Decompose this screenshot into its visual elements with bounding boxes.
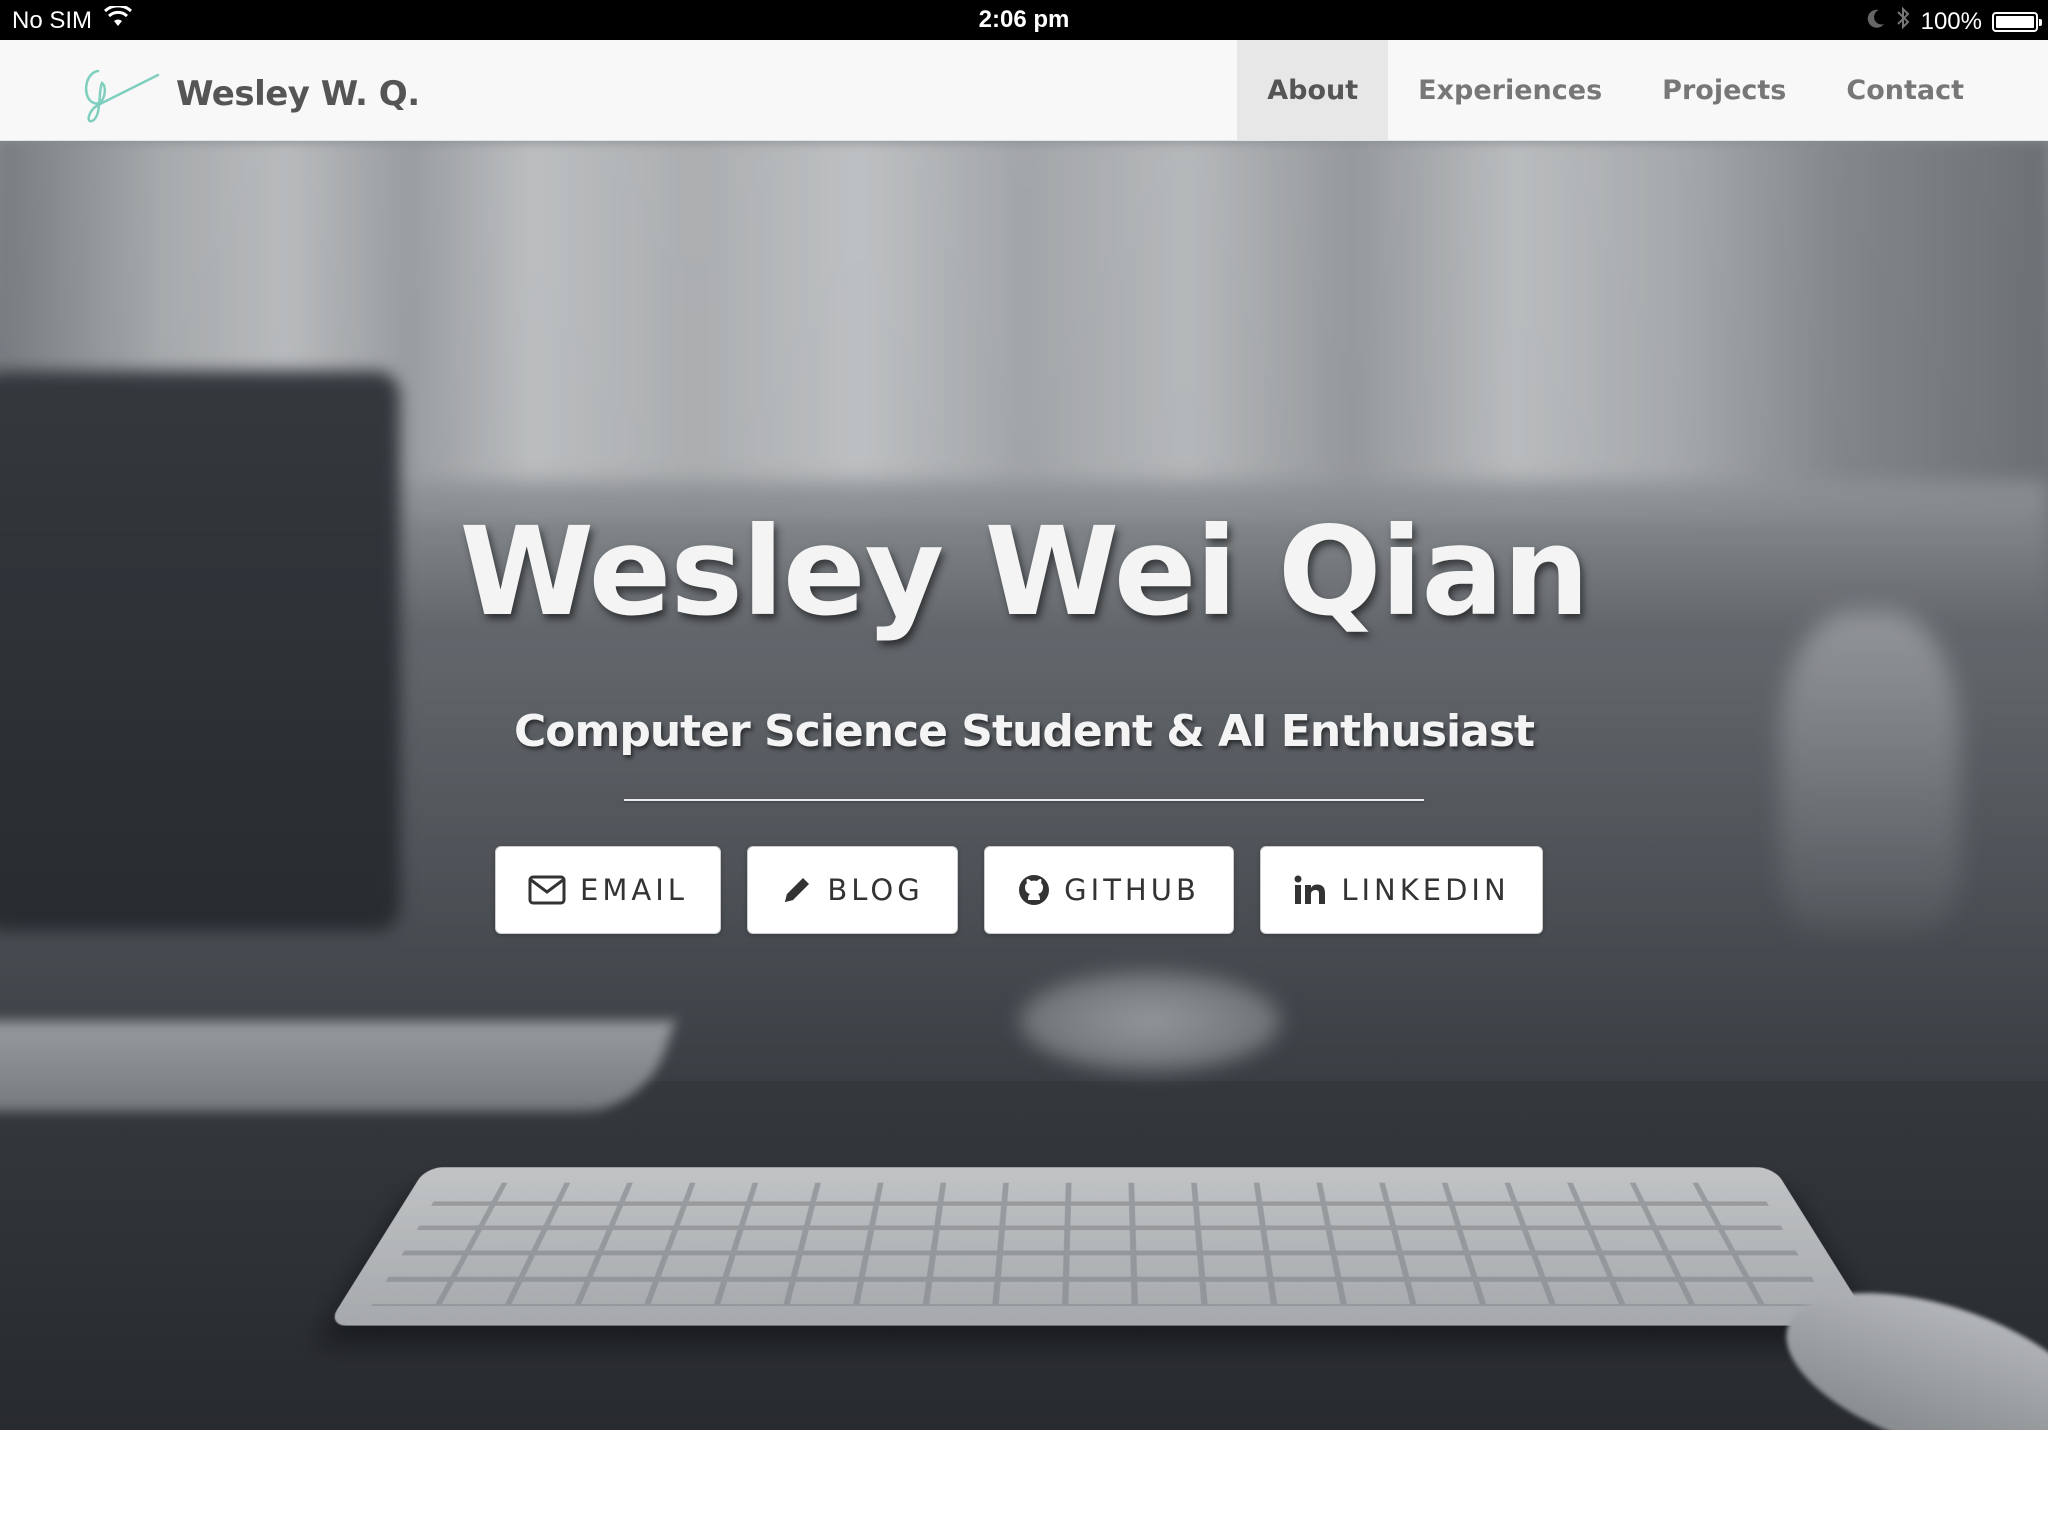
hero-section: Wesley Wei Qian Computer Science Student… <box>0 141 2048 1430</box>
status-bar-right: 100% <box>1867 6 2042 37</box>
github-icon <box>1018 874 1050 906</box>
hero-divider <box>624 799 1424 801</box>
email-button-label: EMAIL <box>580 873 688 907</box>
battery-fill <box>1996 15 2034 28</box>
status-time: 2:06 pm <box>978 6 1070 33</box>
nav-item-experiences[interactable]: Experiences <box>1388 40 1632 140</box>
pencil-icon <box>781 874 813 906</box>
hero-title: Wesley Wei Qian <box>459 501 1589 643</box>
github-button-label: GITHUB <box>1064 873 1200 907</box>
brand-name: Wesley W. Q. <box>176 74 420 114</box>
battery-percent: 100% <box>1920 7 1982 35</box>
hero-content: Wesley Wei Qian Computer Science Student… <box>0 141 2048 1430</box>
hero-subtitle: Computer Science Student & AI Enthusiast <box>513 706 1535 757</box>
navbar: Wesley W. Q. About Experiences Projects … <box>0 40 2048 141</box>
github-button[interactable]: GITHUB <box>984 846 1234 934</box>
email-button[interactable]: EMAIL <box>495 846 721 934</box>
nav-item-projects[interactable]: Projects <box>1632 40 1816 140</box>
page-body <box>0 1430 2048 1536</box>
bluetooth-icon <box>1895 6 1911 37</box>
signature-logo <box>80 59 162 130</box>
moon-icon <box>1867 8 1885 36</box>
status-bar: No SIM 2:06 pm 100% <box>0 0 2048 40</box>
nav-item-contact[interactable]: Contact <box>1816 40 2048 140</box>
linkedin-button[interactable]: LINKEDIN <box>1260 846 1543 934</box>
blog-button[interactable]: BLOG <box>747 846 958 934</box>
linkedin-button-label: LINKEDIN <box>1341 873 1510 907</box>
social-buttons: EMAIL BLOG GITHUB LINKEDIN <box>495 846 1543 934</box>
linkedin-icon <box>1293 874 1327 906</box>
battery-icon <box>1992 11 2042 32</box>
nav-menu: About Experiences Projects Contact <box>1237 40 2048 140</box>
nav-item-about[interactable]: About <box>1237 40 1389 140</box>
blog-button-label: BLOG <box>827 873 924 907</box>
envelope-icon <box>528 875 566 905</box>
brand-link[interactable]: Wesley W. Q. <box>80 64 420 124</box>
